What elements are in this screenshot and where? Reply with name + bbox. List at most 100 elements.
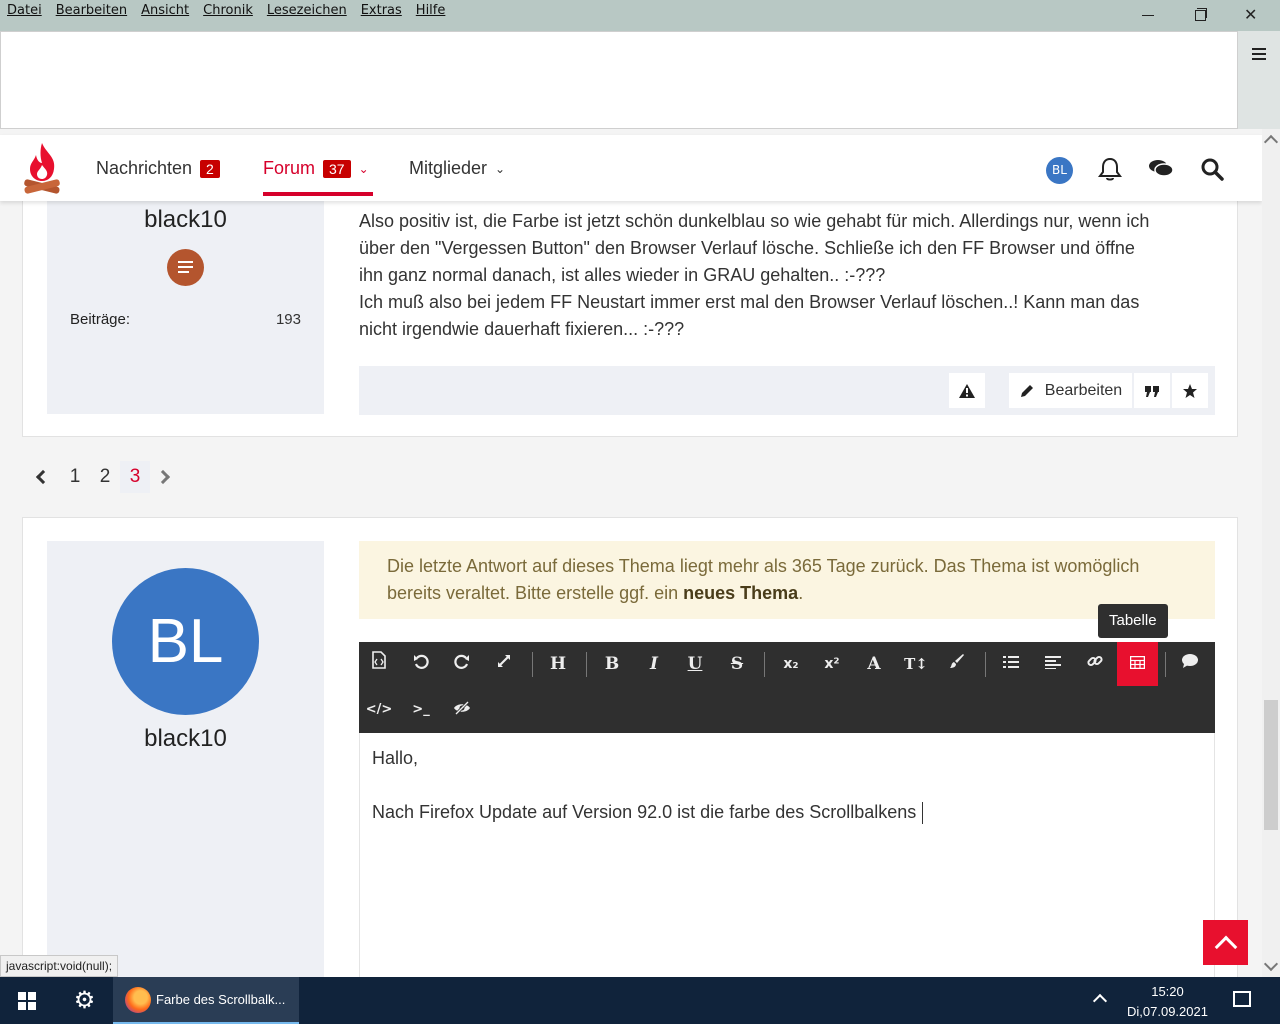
- menu-hilfe[interactable]: Hilfe: [416, 3, 446, 18]
- menu-datei[interactable]: Datei: [7, 3, 42, 18]
- taskbar-window-title: Farbe des Scrollbalk...: [156, 992, 286, 1007]
- forum-badge: 37: [323, 159, 351, 178]
- font-family-icon[interactable]: A: [855, 642, 893, 686]
- post-line: über den "Vergessen Button" den Browser …: [359, 238, 1135, 258]
- post-footer: Bearbeiten: [359, 366, 1215, 415]
- page-link-3[interactable]: 3: [120, 461, 150, 493]
- link-icon[interactable]: [1076, 642, 1114, 686]
- nav-forum-label: Forum: [263, 158, 316, 178]
- italic-icon[interactable]: I: [635, 642, 673, 686]
- page-link-1[interactable]: 1: [60, 461, 90, 493]
- nav-mitglieder[interactable]: Mitglieder ⌄: [409, 158, 505, 179]
- font-size-icon[interactable]: T↕: [897, 642, 935, 686]
- report-button[interactable]: [949, 373, 985, 408]
- notice-line-2: bereits veraltet. Bitte erstelle ggf. ei…: [387, 580, 1187, 607]
- menu-bearbeiten[interactable]: Bearbeiten: [56, 3, 127, 18]
- redo-icon[interactable]: [443, 642, 481, 686]
- taskbar: ⚙ Farbe des Scrollbalk... 15:20 Di,07.09…: [0, 977, 1280, 1024]
- toolbar-separator: [532, 652, 533, 677]
- strikethrough-icon[interactable]: S: [718, 642, 756, 686]
- post-line: nicht irgendwie dauerhaft fixieren... :-…: [359, 319, 685, 339]
- restore-button[interactable]: [1192, 5, 1212, 25]
- page-scrollbar[interactable]: [1262, 129, 1280, 977]
- nav-mitglieder-label: Mitglieder: [409, 158, 488, 178]
- campfire-logo-icon[interactable]: [22, 141, 62, 197]
- pagination: 1 2 3: [30, 461, 171, 493]
- reply-author-name[interactable]: black10: [47, 725, 324, 753]
- text-caret: [922, 802, 924, 825]
- menu-ansicht[interactable]: Ansicht: [141, 3, 189, 18]
- paint-brush-icon[interactable]: [938, 642, 976, 686]
- page-link-2[interactable]: 2: [90, 461, 120, 493]
- taskbar-clock[interactable]: 15:20 Di,07.09.2021: [1120, 982, 1215, 1022]
- reply-avatar[interactable]: BL: [112, 568, 259, 715]
- nav-nachrichten[interactable]: Nachrichten 2: [96, 158, 220, 179]
- author-name[interactable]: black10: [47, 206, 324, 234]
- menu-chronik[interactable]: Chronik: [203, 3, 253, 18]
- menubar: Datei Bearbeiten Ansicht Chronik Lesezei…: [0, 0, 1280, 31]
- spoiler-icon[interactable]: [443, 688, 481, 732]
- status-link-tooltip: javascript:void(null);: [0, 955, 119, 977]
- settings-gear-icon[interactable]: ⚙: [71, 987, 98, 1014]
- source-code-icon[interactable]: [360, 642, 398, 686]
- editor-line-2: Nach Firefox Update auf Version 92.0 ist…: [372, 802, 924, 825]
- app-menu-button[interactable]: [1238, 31, 1280, 129]
- user-avatar[interactable]: BL: [1046, 157, 1073, 184]
- menu-lesezeichen[interactable]: Lesezeichen: [267, 3, 347, 18]
- menu-items: Datei Bearbeiten Ansicht Chronik Lesezei…: [7, 3, 445, 18]
- toolbar-separator: [586, 652, 587, 677]
- edit-button[interactable]: Bearbeiten: [1009, 373, 1132, 408]
- reply-card: BL black10 Die letzte Antwort auf dieses…: [22, 517, 1238, 977]
- bookmark-button[interactable]: [1172, 373, 1208, 408]
- align-icon[interactable]: [1034, 642, 1072, 686]
- rank-icon: [167, 249, 204, 286]
- prev-page-icon[interactable]: [35, 469, 51, 485]
- tray-chevron-up-icon[interactable]: [1092, 993, 1108, 1009]
- toolbar-separator: [1165, 652, 1166, 677]
- taskbar-firefox-window[interactable]: Farbe des Scrollbalk...: [113, 977, 299, 1024]
- code-icon[interactable]: </>: [360, 688, 398, 732]
- underline-icon[interactable]: U: [676, 642, 714, 686]
- heading-icon[interactable]: H: [539, 642, 577, 686]
- post-line: Ich muß also bei jedem FF Neustart immer…: [359, 292, 1140, 312]
- close-window-button[interactable]: ✕: [1244, 5, 1264, 25]
- star-icon: [1183, 383, 1197, 398]
- fullscreen-icon[interactable]: [485, 642, 523, 686]
- chevron-down-icon: ⌄: [495, 161, 506, 176]
- new-topic-link[interactable]: neues Thema: [683, 583, 798, 603]
- site-header: Nachrichten 2 Forum 37 ⌄ Mitglieder ⌄ BL: [0, 135, 1262, 201]
- nachrichten-badge: 2: [200, 159, 220, 178]
- pencil-icon: [1020, 384, 1033, 397]
- old-topic-notice: Die letzte Antwort auf dieses Thema lieg…: [359, 541, 1215, 619]
- search-icon[interactable]: [1198, 155, 1226, 183]
- scroll-to-top-button[interactable]: [1203, 920, 1248, 965]
- quote-button[interactable]: [1134, 373, 1170, 408]
- nav-forum[interactable]: Forum 37 ⌄: [263, 158, 369, 179]
- undo-icon[interactable]: [402, 642, 440, 686]
- reply-author-box: BL black10: [47, 541, 324, 977]
- clock-time: 15:20: [1151, 984, 1184, 999]
- menu-extras[interactable]: Extras: [361, 3, 402, 18]
- chat-icon[interactable]: [1147, 155, 1175, 183]
- warning-icon: [959, 383, 975, 398]
- minimize-button[interactable]: [1140, 5, 1160, 25]
- terminal-icon[interactable]: >_: [402, 688, 440, 732]
- editor-body[interactable]: Hallo, Nach Firefox Update auf Version 9…: [359, 733, 1215, 977]
- comment-icon[interactable]: [1171, 642, 1209, 686]
- scroll-up-icon[interactable]: [1263, 134, 1279, 150]
- bell-icon[interactable]: [1096, 155, 1124, 183]
- scroll-down-icon[interactable]: [1263, 956, 1279, 972]
- scroll-thumb[interactable]: [1264, 700, 1278, 830]
- subscript-icon[interactable]: x₂: [772, 642, 810, 686]
- table-icon[interactable]: [1117, 642, 1158, 686]
- chevron-down-icon: ⌄: [358, 161, 369, 176]
- page-viewport: Nachrichten 2 Forum 37 ⌄ Mitglieder ⌄ BL: [0, 129, 1262, 977]
- list-icon[interactable]: [992, 642, 1030, 686]
- notification-center-icon[interactable]: [1233, 991, 1251, 1007]
- windows-start-icon[interactable]: [18, 992, 36, 1010]
- notice-period: .: [798, 583, 804, 603]
- edit-label: Bearbeiten: [1044, 381, 1123, 399]
- next-page-icon[interactable]: [155, 469, 171, 485]
- bold-icon[interactable]: B: [593, 642, 631, 686]
- superscript-icon[interactable]: x²: [813, 642, 851, 686]
